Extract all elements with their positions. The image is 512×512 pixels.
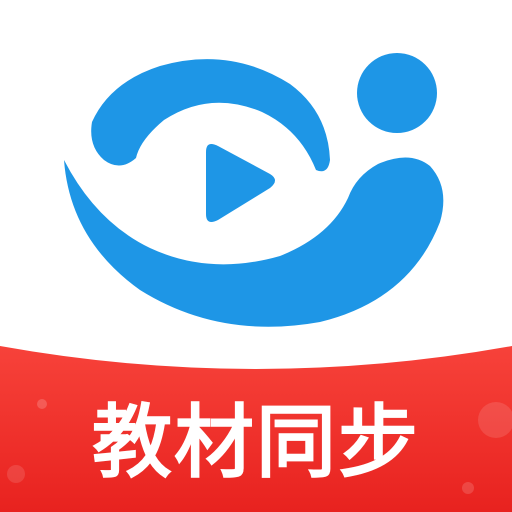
app-icon[interactable]: 教材同步 — [0, 0, 512, 512]
banner-label: 教材同步 — [92, 396, 420, 489]
